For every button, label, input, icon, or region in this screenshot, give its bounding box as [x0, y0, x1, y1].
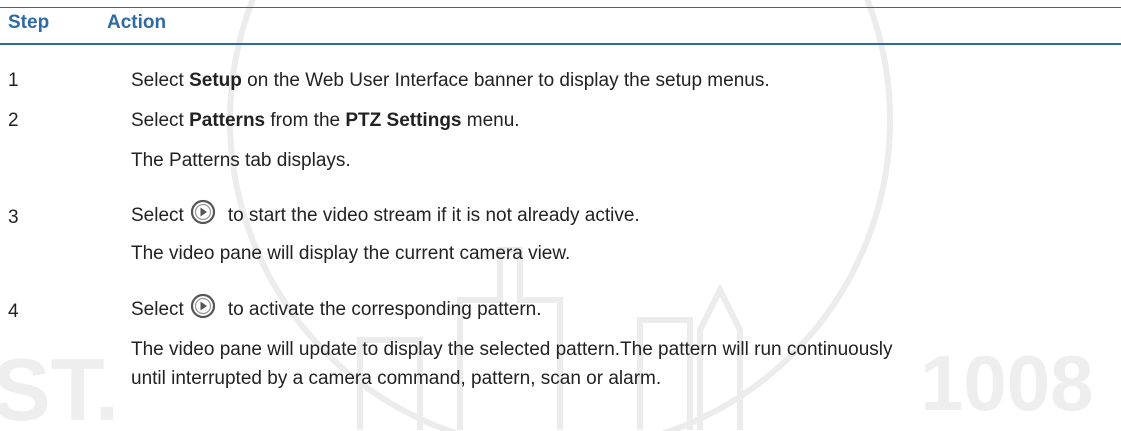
play-circle-icon [190, 293, 215, 319]
step-number: 3 [8, 207, 19, 228]
step-number: 4 [8, 301, 19, 322]
watermark-text-left: ST. [0, 340, 119, 431]
step-action: Select to activate the corresponding patt… [131, 293, 1111, 323]
step-action: Select Patterns from the PTZ Settings me… [131, 110, 520, 131]
step-3-note: The video pane will display the current … [131, 243, 571, 264]
play-circle-icon [190, 199, 215, 225]
step-2-note: The Patterns tab displays. [131, 150, 351, 171]
step-number: 2 [8, 110, 19, 131]
ui-term-patterns: Patterns [189, 110, 266, 131]
step-action: Select to start the video stream if it is… [131, 199, 1111, 229]
step-number: 1 [8, 70, 19, 91]
ui-term-setup: Setup [189, 70, 242, 91]
step-action: Select Setup on the Web User Interface b… [131, 70, 770, 91]
column-header-action: Action [107, 12, 167, 33]
ui-term-ptz-settings: PTZ Settings [345, 110, 462, 131]
table-header-rule [0, 43, 1121, 45]
step-4-note-line-1: The video pane will update to display th… [131, 339, 893, 360]
step-4-note-line-2: until interrupted by a camera command, p… [131, 368, 662, 389]
column-header-step: Step [8, 12, 50, 33]
table-top-rule [0, 7, 1121, 8]
